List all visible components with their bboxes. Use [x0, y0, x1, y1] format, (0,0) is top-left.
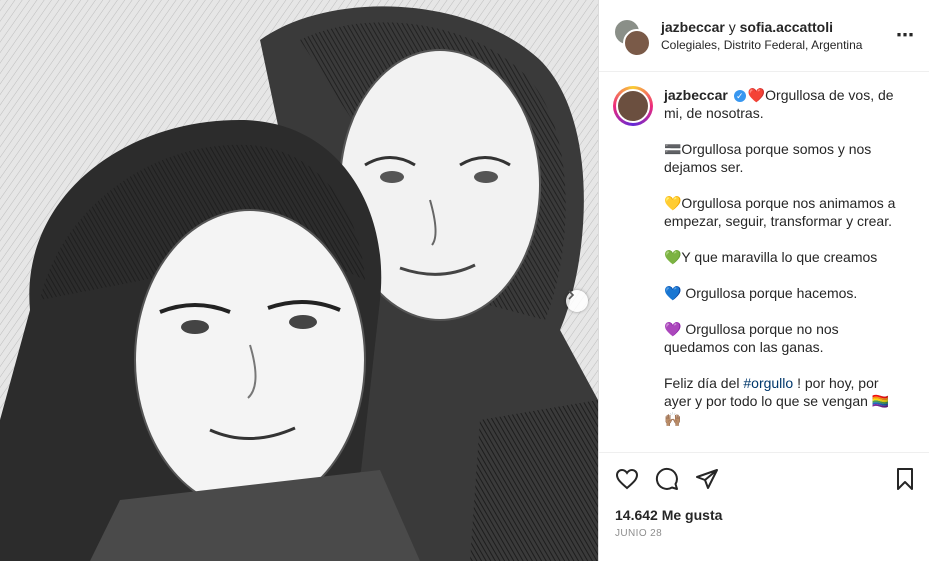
sketch-photo-image	[0, 0, 598, 561]
connector-text: y	[724, 19, 740, 35]
avatar[interactable]	[623, 28, 651, 57]
caption-paragraph: Feliz día del #orgullo ! por hoy, por ay…	[664, 374, 896, 428]
comment-icon[interactable]	[655, 467, 679, 491]
story-ring-avatar[interactable]	[613, 86, 653, 126]
avatar	[616, 89, 650, 123]
caption: jazbeccar ✓ ❤️Orgullosa de vos, de mi, de…	[599, 72, 929, 452]
likes-count[interactable]: 14.642 Me gusta	[615, 507, 722, 523]
username-link[interactable]: jazbeccar	[661, 19, 725, 35]
username-link[interactable]: jazbeccar	[664, 87, 728, 103]
chevron-right-icon	[568, 290, 575, 300]
caption-paragraph: 🟰Orgullosa porque somos y nos dejamos se…	[664, 141, 872, 175]
share-icon[interactable]	[695, 467, 719, 491]
post-header: jazbeccar y sofia.accattoli Colegiales, …	[599, 0, 929, 72]
caption-paragraph: 💚Y que maravilla lo que creamos	[664, 249, 878, 265]
action-bar	[599, 452, 929, 504]
heart-icon[interactable]	[615, 467, 639, 491]
hashtag-link[interactable]: #orgullo	[743, 375, 793, 391]
bookmark-icon[interactable]	[893, 467, 917, 491]
caption-paragraph: 💛Orgullosa porque nos animamos a empezar…	[664, 195, 896, 229]
header-text: jazbeccar y sofia.accattoli Colegiales, …	[661, 18, 896, 53]
more-options-icon[interactable]: ⋯	[896, 25, 915, 46]
next-photo-button[interactable]	[566, 290, 588, 312]
post-date[interactable]: JUNIO 28	[615, 528, 662, 539]
caption-paragraph: jazbeccar ✓ ❤️Orgullosa de vos, de mi, de…	[664, 86, 896, 122]
caption-paragraph: 💜 Orgullosa porque no nos quedamos con l…	[664, 321, 839, 355]
post-photo[interactable]	[0, 0, 598, 561]
caption-body: jazbeccar ✓ ❤️Orgullosa de vos, de mi, de…	[664, 86, 896, 452]
post-side-panel: jazbeccar y sofia.accattoli Colegiales, …	[598, 0, 929, 561]
username-link[interactable]: sofia.accattoli	[740, 19, 833, 35]
header-usernames: jazbeccar y sofia.accattoli	[661, 18, 896, 36]
caption-paragraph: 💙 Orgullosa porque hacemos.	[664, 285, 858, 301]
verified-badge-icon: ✓	[733, 90, 746, 103]
caption-text: Feliz día del	[664, 375, 744, 391]
location-link[interactable]: Colegiales, Distrito Federal, Argentina	[661, 37, 896, 53]
collab-avatars[interactable]	[613, 17, 651, 57]
